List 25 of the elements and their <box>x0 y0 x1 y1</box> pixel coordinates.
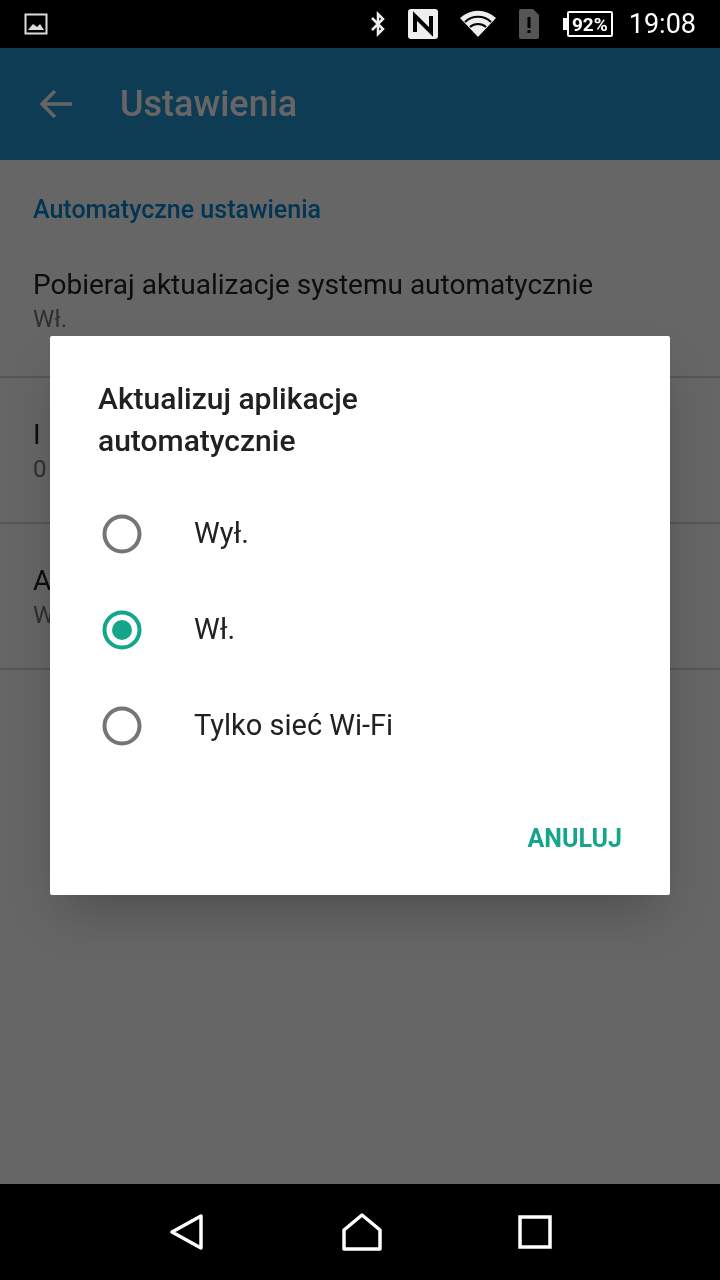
screen-title: Ustawienia <box>120 82 298 127</box>
section-header: Automatyczne ustawienia <box>33 193 322 226</box>
radio-button[interactable] <box>102 514 142 554</box>
option-label: Wył. <box>194 515 249 553</box>
sim-alert-icon <box>516 8 541 40</box>
recent-apps-icon[interactable] <box>517 1214 553 1250</box>
radio-option[interactable]: Wył. <box>50 486 670 582</box>
radio-button[interactable] <box>102 706 142 746</box>
cancel-button[interactable]: ANULUJ <box>519 809 630 867</box>
dialog-title: Aktualizuj aplikacje automatycznie <box>97 380 359 460</box>
radio-option[interactable]: Tylko sieć Wi-Fi <box>50 678 670 774</box>
picture-notification-icon <box>24 13 48 35</box>
setting-title[interactable]: I <box>33 416 41 454</box>
wifi-icon <box>458 10 497 38</box>
home-icon[interactable] <box>341 1212 383 1252</box>
nfc-icon <box>406 8 439 40</box>
battery-percentage: 92% <box>571 14 608 34</box>
option-label: Wł. <box>194 611 236 649</box>
bluetooth-icon <box>368 10 387 38</box>
setting-title[interactable]: A <box>33 562 52 600</box>
option-label: Tylko sieć Wi-Fi <box>194 707 394 745</box>
clock-time: 19:08 <box>628 6 696 42</box>
setting-title[interactable]: Pobieraj aktualizacje systemu automatycznie <box>33 266 594 304</box>
radio-option[interactable]: Wł. <box>50 582 670 678</box>
radio-button[interactable] <box>102 610 142 650</box>
